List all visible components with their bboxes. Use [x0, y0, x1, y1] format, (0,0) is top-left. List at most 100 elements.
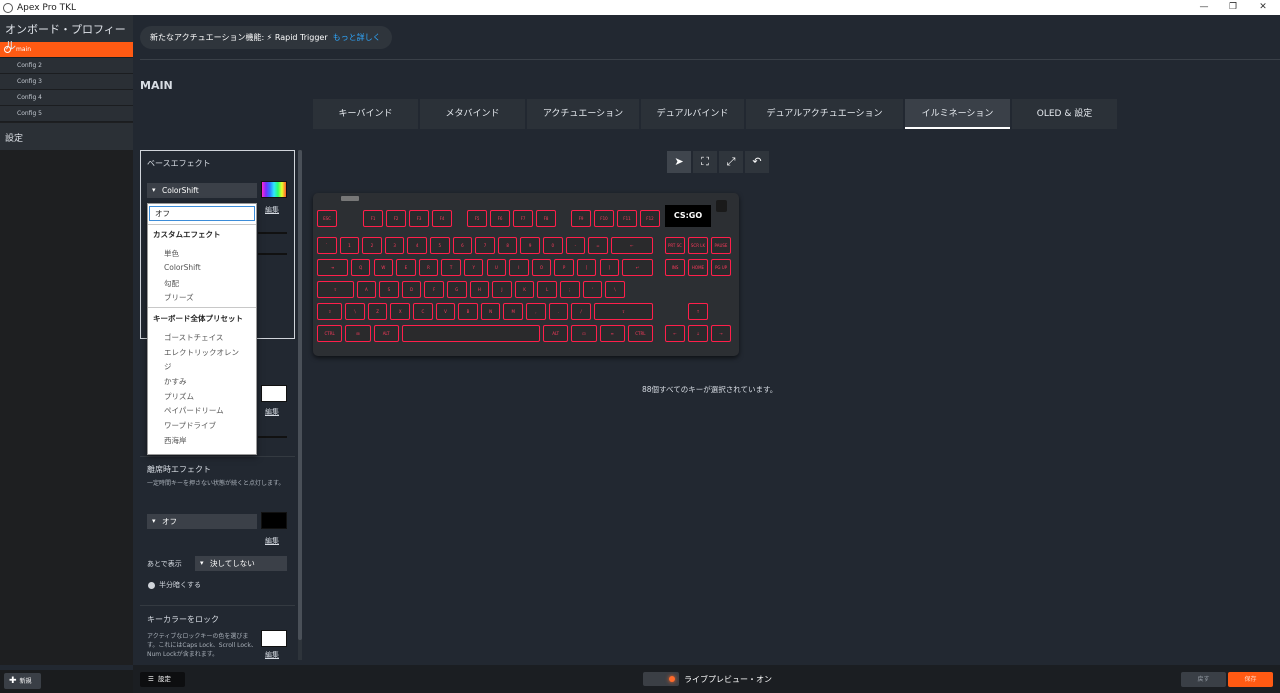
key[interactable]: SCR LK [688, 237, 708, 254]
key[interactable]: ' [582, 281, 603, 298]
key[interactable]: ALT [543, 325, 569, 342]
key[interactable]: 2 [362, 237, 382, 254]
menu-item-breathe[interactable]: ブリーズ [148, 292, 256, 303]
close-button[interactable]: ✕ [1248, 0, 1278, 15]
key[interactable]: ← [610, 237, 653, 254]
key[interactable]: F5 [467, 210, 487, 227]
menu-item-solid[interactable]: 単色 [148, 248, 256, 259]
second-slider[interactable] [258, 436, 287, 438]
key[interactable]: R [418, 259, 439, 276]
key[interactable]: F8 [536, 210, 556, 227]
key[interactable]: ↑ [688, 303, 708, 320]
key[interactable]: PG UP [711, 259, 731, 276]
sidebar-settings[interactable]: 設定 [0, 123, 133, 150]
media-roller[interactable] [341, 196, 359, 201]
menu-item-electric-orange-cont[interactable]: ジ [148, 361, 256, 372]
key[interactable]: G [446, 281, 467, 298]
speed-slider[interactable] [258, 232, 287, 234]
key[interactable]: - [565, 237, 586, 254]
menu-item-prism[interactable]: プリズム [148, 391, 256, 402]
key[interactable]: 8 [497, 237, 518, 254]
menu-item-colorshift[interactable]: ColorShift [148, 263, 256, 272]
key[interactable]: F1 [363, 210, 383, 227]
profile-item-config5[interactable]: Config 5 [0, 106, 133, 122]
live-preview-toggle[interactable]: ライブプレビュー・オン [643, 672, 772, 686]
expand-icon[interactable]: ⤢ [719, 151, 743, 173]
tab-metabind[interactable]: メタバインド [420, 99, 525, 129]
key[interactable]: ⊞ [345, 325, 371, 342]
key[interactable]: ` [317, 237, 337, 254]
key[interactable]: F12 [640, 210, 660, 227]
key[interactable]: CTRL [317, 325, 343, 342]
second-edit-link[interactable]: 編集 [265, 407, 279, 417]
media-knob[interactable] [716, 200, 727, 212]
key[interactable]: 9 [520, 237, 540, 254]
revert-button[interactable]: 戻す [1181, 672, 1226, 687]
key[interactable]: B [458, 303, 478, 320]
key[interactable]: F6 [490, 210, 510, 227]
key[interactable]: S [379, 281, 399, 298]
key[interactable]: [ [576, 259, 597, 276]
profile-item-config4[interactable]: Config 4 [0, 90, 133, 106]
menu-item-gradient[interactable]: 勾配 [148, 278, 256, 289]
key[interactable]: Q [350, 259, 371, 276]
key[interactable]: 1 [339, 237, 360, 254]
color-swatch-white[interactable] [261, 385, 287, 402]
key[interactable]: V [435, 303, 456, 320]
lock-edit-link[interactable]: 編集 [265, 650, 279, 660]
minimize-button[interactable]: — [1189, 0, 1219, 15]
profile-item-main[interactable]: main [0, 42, 133, 58]
key[interactable]: 6 [452, 237, 473, 254]
menu-item-ghost-chase[interactable]: ゴーストチェイス [148, 332, 256, 343]
key[interactable]: ≡ [599, 325, 625, 342]
key[interactable]: W [373, 259, 394, 276]
key[interactable]: E [396, 259, 416, 276]
learn-more-link[interactable]: もっと詳しく [333, 33, 381, 42]
key[interactable]: ← [665, 325, 685, 342]
pointer-icon[interactable]: ➤ [667, 151, 691, 173]
tab-oled-settings[interactable]: OLED & 設定 [1012, 99, 1117, 129]
key[interactable]: 3 [384, 237, 405, 254]
undo-icon[interactable]: ↶ [745, 151, 769, 173]
base-effect-dropdown[interactable]: ColorShift [147, 183, 257, 198]
after-display-dropdown[interactable]: 決してしない [195, 556, 287, 571]
key[interactable]: A [356, 281, 377, 298]
key[interactable]: I [509, 259, 529, 276]
key[interactable]: F9 [571, 210, 591, 227]
key[interactable]: 0 [543, 237, 563, 254]
key[interactable]: F10 [594, 210, 614, 227]
key[interactable]: ⊡ [571, 325, 597, 342]
menu-item-electric-orange[interactable]: エレクトリックオレン [148, 347, 256, 358]
key[interactable]: M [503, 303, 524, 320]
scrollbar-thumb[interactable] [298, 150, 302, 640]
profile-item-config3[interactable]: Config 3 [0, 74, 133, 90]
key[interactable]: Z [367, 303, 388, 320]
tab-dual-actuation[interactable]: デュアルアクチュエーション [746, 99, 903, 129]
idle-color-swatch[interactable] [261, 512, 287, 529]
key[interactable]: F4 [432, 210, 452, 227]
menu-item-haze[interactable]: かすみ [148, 376, 256, 387]
key[interactable]: O [531, 259, 552, 276]
key[interactable]: ALT [373, 325, 399, 342]
menu-item-west-coast[interactable]: 西海岸 [148, 435, 256, 446]
key[interactable]: CTRL [627, 325, 653, 342]
tab-illumination[interactable]: イルミネーション [905, 99, 1010, 129]
key[interactable]: ⇧ [317, 303, 343, 320]
menu-item-warp-drive[interactable]: ワープドライブ [148, 420, 256, 431]
key[interactable] [401, 325, 540, 342]
key[interactable]: X [390, 303, 411, 320]
tab-actuation[interactable]: アクチュエーション [527, 99, 639, 129]
key[interactable]: → [711, 325, 731, 342]
select-box-icon[interactable]: ⛶ [693, 151, 717, 173]
key[interactable]: H [469, 281, 490, 298]
maximize-button[interactable]: ❐ [1218, 0, 1248, 15]
key[interactable]: ↵ [622, 259, 653, 276]
key[interactable]: D [401, 281, 422, 298]
key[interactable]: N [480, 303, 501, 320]
tab-dualbind[interactable]: デュアルバインド [641, 99, 744, 129]
panel-scrollbar[interactable] [298, 150, 302, 660]
key[interactable]: . [548, 303, 569, 320]
key[interactable]: ⇪ [317, 281, 354, 298]
brightness-slider[interactable] [258, 253, 287, 255]
key[interactable]: PAUSE [711, 237, 731, 254]
